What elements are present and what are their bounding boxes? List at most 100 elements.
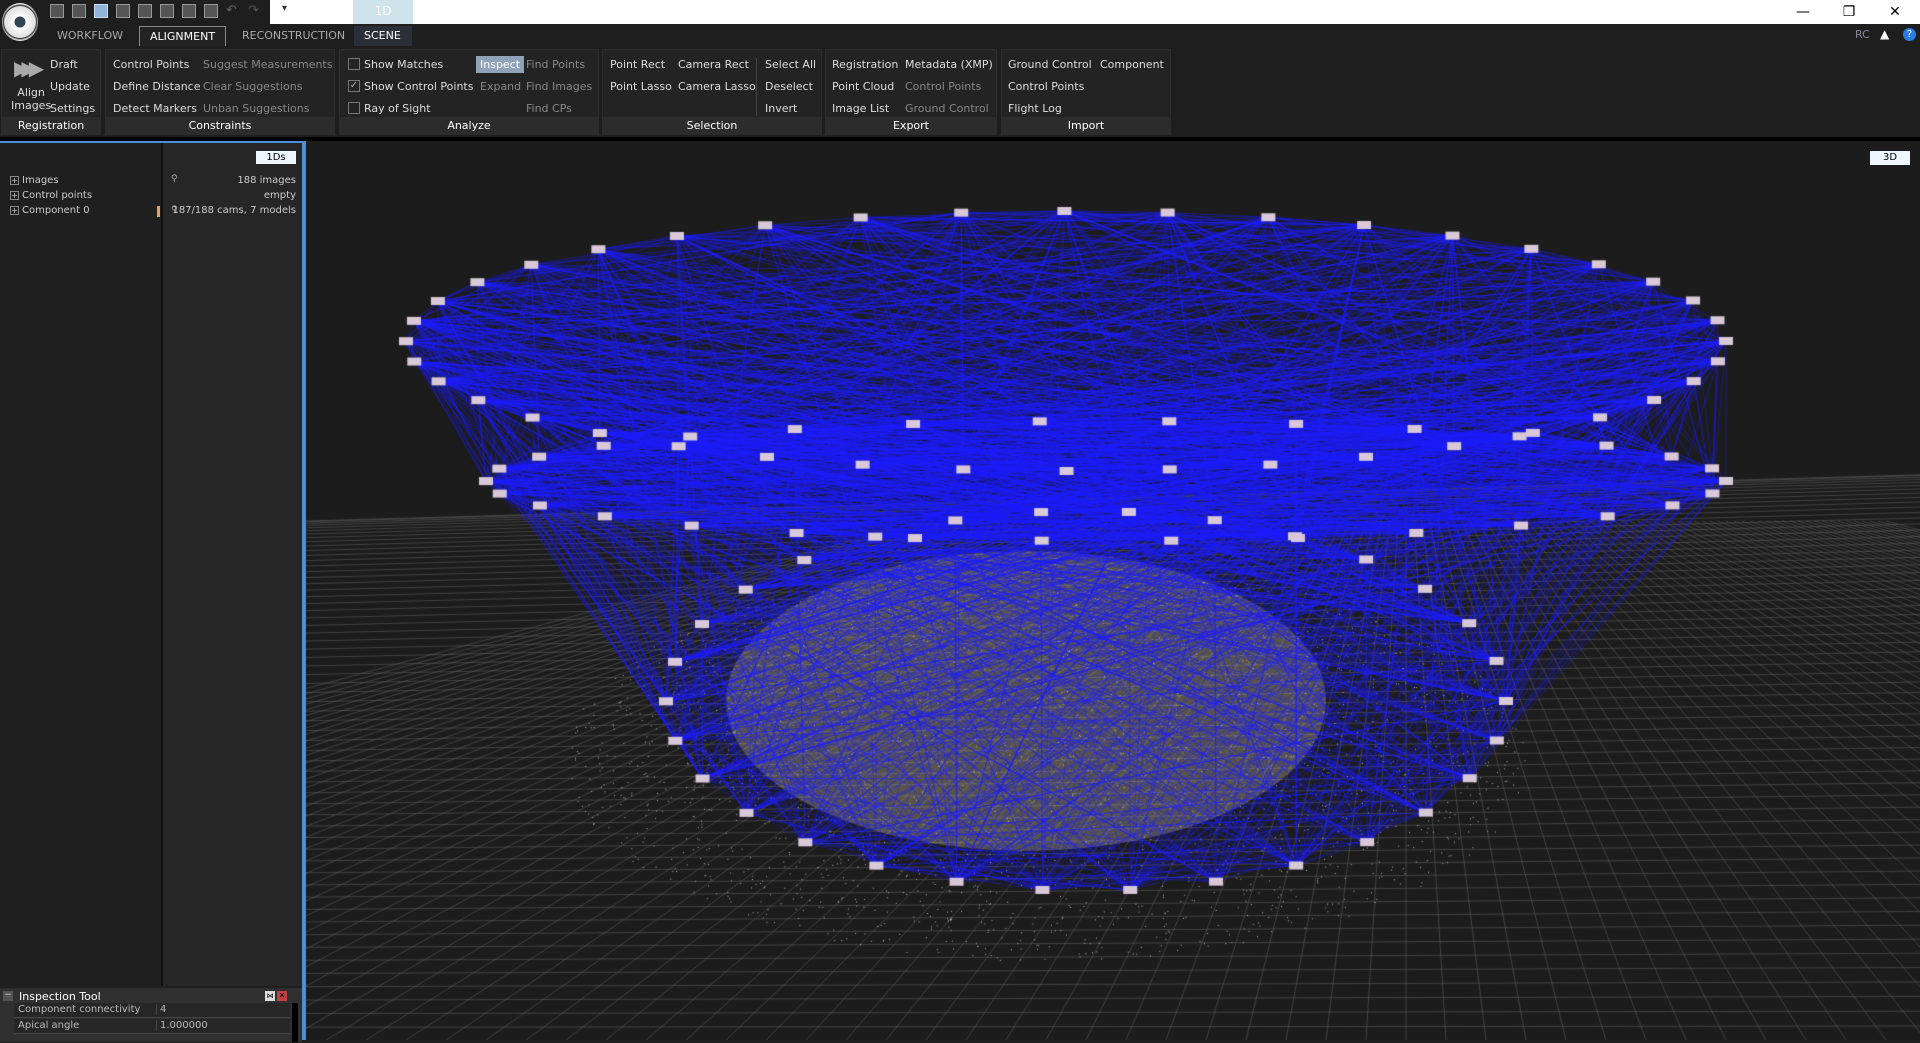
camera-lasso-button[interactable]: Camera Lasso — [678, 80, 756, 93]
help-icon[interactable]: ? — [1903, 28, 1916, 41]
layout-8-icon[interactable] — [204, 4, 218, 18]
suggest-measurements-button[interactable]: Suggest Measurements — [203, 58, 332, 71]
quick-access-dropdown-icon[interactable]: ▾ — [282, 3, 287, 14]
close-panel-icon[interactable]: ✕ — [277, 991, 287, 1001]
dock-icon[interactable]: ⋈ — [265, 991, 275, 1001]
inspect-button[interactable]: Inspect — [476, 56, 525, 73]
invert-button[interactable]: Invert — [765, 102, 797, 115]
tree-label: Component 0 — [22, 205, 90, 216]
row-key: Apical angle — [18, 1020, 80, 1031]
tree-label: Images — [22, 175, 59, 186]
undo-icon[interactable]: ↶ — [226, 3, 237, 18]
layout-5-icon[interactable] — [138, 4, 152, 18]
deselect-button[interactable]: Deselect — [765, 80, 813, 93]
expand-button[interactable]: Expand — [480, 80, 521, 93]
group-label: Selection — [603, 117, 821, 134]
expand-icon[interactable]: + — [10, 176, 19, 185]
inspection-tool-panel: − Inspection Tool ⋈ ✕ Component connecti… — [0, 988, 302, 1042]
group-registration: ▶▶▶ Align Images Draft Update Settings Re… — [1, 49, 101, 135]
layout-3-icon[interactable] — [94, 4, 108, 18]
find-cps-button[interactable]: Find CPs — [526, 102, 572, 115]
tree-item-images[interactable]: + Images — [10, 175, 59, 186]
tree-item-component-0[interactable]: + Component 0 — [10, 205, 90, 216]
import-ground-control-button[interactable]: Ground Control — [1008, 58, 1092, 71]
scene-canvas[interactable] — [306, 141, 1920, 1040]
group-constraints: Control Points Define Distance Detect Ma… — [105, 49, 335, 135]
view-1ds-button[interactable]: 1Ds — [256, 151, 296, 164]
project-panel: 1Ds ⚲ 188 images empty ⚲ 187/188 cams, 7… — [0, 141, 306, 1042]
control-points-button[interactable]: Control Points — [113, 58, 189, 71]
detect-markers-button[interactable]: Detect Markers — [113, 102, 197, 115]
tab-scene[interactable]: SCENE — [354, 26, 412, 46]
tab-1d[interactable]: 1D — [353, 0, 413, 24]
ray-of-sight-checkbox[interactable] — [348, 102, 360, 114]
group-selection: Point Rect Point Lasso Camera Rect Camer… — [602, 49, 822, 135]
import-component-button[interactable]: Component — [1100, 58, 1164, 71]
scrollbar[interactable] — [292, 1003, 298, 1042]
inspection-row: Apical angle 1.000000 — [14, 1019, 290, 1034]
expand-icon[interactable]: + — [10, 191, 19, 200]
ribbon-tabs: WORKFLOW ALIGNMENT RECONSTRUCTION SCENE … — [0, 24, 1920, 46]
define-distance-button[interactable]: Define Distance — [113, 80, 201, 93]
export-point-cloud-button[interactable]: Point Cloud — [832, 80, 894, 93]
tab-workflow[interactable]: WORKFLOW — [47, 26, 133, 46]
layout-6-icon[interactable] — [160, 4, 174, 18]
export-metadata-button[interactable]: Metadata (XMP) — [905, 58, 993, 71]
tab-alignment[interactable]: ALIGNMENT — [139, 26, 227, 46]
layout-7-icon[interactable] — [182, 4, 196, 18]
export-control-points-button[interactable]: Control Points — [905, 80, 981, 93]
inspection-row: Component connectivity 4 — [14, 1003, 290, 1018]
minimize-icon[interactable]: — — [1783, 2, 1823, 22]
tab-reconstruction[interactable]: RECONSTRUCTION — [232, 26, 355, 46]
rc-label[interactable]: RC — [1855, 28, 1870, 41]
values-column: 1Ds ⚲ 188 images empty ⚲ 187/188 cams, 7… — [161, 143, 302, 986]
group-analyze: Show Matches ✓ Show Control Points Ray o… — [339, 49, 599, 135]
close-icon[interactable]: ✕ — [1875, 2, 1915, 22]
export-ground-control-button[interactable]: Ground Control — [905, 102, 989, 115]
row-value: 4 — [156, 1004, 166, 1015]
find-points-button[interactable]: Find Points — [526, 58, 585, 71]
draft-button[interactable]: Draft — [50, 58, 78, 71]
ray-of-sight-label[interactable]: Ray of Sight — [364, 102, 431, 115]
group-import: Ground Control Control Points Flight Log… — [1001, 49, 1171, 135]
tree-item-control-points[interactable]: + Control points — [10, 190, 92, 201]
export-image-list-button[interactable]: Image List — [832, 102, 889, 115]
align-images-button[interactable]: Align Images — [11, 86, 51, 112]
show-matches-checkbox[interactable] — [348, 58, 360, 70]
unban-suggestions-button[interactable]: Unban Suggestions — [203, 102, 309, 115]
expand-icon[interactable]: + — [10, 206, 19, 215]
show-matches-label[interactable]: Show Matches — [364, 58, 443, 71]
point-lasso-button[interactable]: Point Lasso — [610, 80, 672, 93]
ribbon: ▶▶▶ Align Images Draft Update Settings Re… — [0, 46, 1920, 138]
show-control-points-label[interactable]: Show Control Points — [364, 80, 473, 93]
warning-icon[interactable]: ▲ — [1880, 27, 1889, 41]
separator — [756, 58, 757, 116]
select-all-button[interactable]: Select All — [765, 58, 816, 71]
view-3d-button[interactable]: 3D — [1870, 151, 1910, 165]
import-control-points-button[interactable]: Control Points — [1008, 80, 1084, 93]
3d-viewport[interactable]: 3D — [306, 141, 1920, 1040]
restore-icon[interactable]: ❐ — [1829, 2, 1869, 22]
group-label: Registration — [2, 117, 100, 134]
group-export: Registration Point Cloud Image List Meta… — [825, 49, 997, 135]
component-marker — [157, 206, 160, 217]
inspection-tool-title: Inspection Tool — [19, 990, 101, 1003]
point-rect-button[interactable]: Point Rect — [610, 58, 665, 71]
find-images-button[interactable]: Find Images — [526, 80, 592, 93]
export-registration-button[interactable]: Registration — [832, 58, 898, 71]
images-label: Images — [11, 99, 52, 112]
settings-button[interactable]: Settings — [50, 102, 95, 115]
update-button[interactable]: Update — [50, 80, 90, 93]
group-label: Constraints — [106, 117, 334, 134]
layout-4-icon[interactable] — [116, 4, 130, 18]
clear-suggestions-button[interactable]: Clear Suggestions — [203, 80, 302, 93]
row-key: Component connectivity — [18, 1004, 141, 1015]
redo-icon[interactable]: ↷ — [248, 3, 259, 18]
import-flight-log-button[interactable]: Flight Log — [1008, 102, 1062, 115]
camera-rect-button[interactable]: Camera Rect — [678, 58, 749, 71]
show-control-points-checkbox[interactable]: ✓ — [348, 80, 360, 92]
layout-1-icon[interactable] — [50, 4, 64, 18]
title-bar-area — [270, 0, 1920, 24]
collapse-icon[interactable]: − — [3, 991, 13, 1001]
layout-2-icon[interactable] — [72, 4, 86, 18]
